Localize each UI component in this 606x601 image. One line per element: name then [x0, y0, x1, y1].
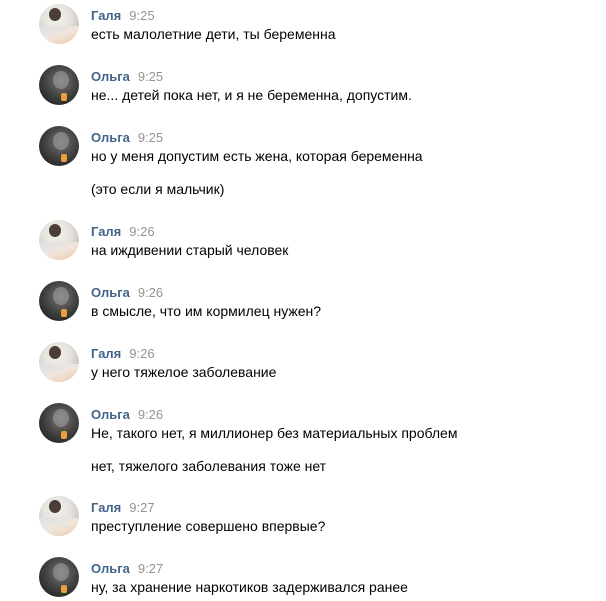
- message-text: Не, такого нет, я миллионер без материал…: [91, 425, 458, 441]
- message-header: Ольга 9:27: [91, 561, 163, 577]
- message-header: Галя 9:25: [91, 8, 155, 24]
- message-text: (это если я мальчик): [91, 181, 225, 197]
- avatar[interactable]: [39, 220, 79, 260]
- avatar[interactable]: [39, 65, 79, 105]
- message-time[interactable]: 9:26: [138, 285, 163, 300]
- message-text: ну, за хранение наркотиков задерживался …: [91, 579, 408, 595]
- message-header: Галя 9:27: [91, 500, 155, 516]
- message-time[interactable]: 9:26: [129, 224, 154, 239]
- message-header: Галя 9:26: [91, 224, 155, 240]
- avatar[interactable]: [39, 342, 79, 382]
- message-header: Ольга 9:25: [91, 130, 163, 146]
- author-name[interactable]: Галя: [91, 500, 121, 515]
- message-header: Галя 9:26: [91, 346, 155, 362]
- message-header: Ольга 9:26: [91, 285, 163, 301]
- author-name[interactable]: Ольга: [91, 561, 130, 576]
- avatar[interactable]: [39, 4, 79, 44]
- message-time[interactable]: 9:25: [138, 69, 163, 84]
- avatar[interactable]: [39, 557, 79, 597]
- message-time[interactable]: 9:26: [138, 407, 163, 422]
- chat-history: Галя 9:25 есть малолетние дети, ты береме…: [0, 0, 606, 601]
- message-text: не... детей пока нет, и я не беременна, …: [91, 87, 412, 103]
- message-time[interactable]: 9:25: [129, 8, 154, 23]
- author-name[interactable]: Галя: [91, 346, 121, 361]
- message-time[interactable]: 9:27: [138, 561, 163, 576]
- message-text: в смысле, что им кормилец нужен?: [91, 303, 322, 319]
- author-name[interactable]: Ольга: [91, 285, 130, 300]
- message-text: но у меня допустим есть жена, которая бе…: [91, 148, 423, 164]
- message-text: преступление совершено впервые?: [91, 518, 326, 534]
- avatar[interactable]: [39, 403, 79, 443]
- message-text: на иждивении старый человек: [91, 242, 289, 258]
- message-time[interactable]: 9:26: [129, 346, 154, 361]
- message-text: есть малолетние дети, ты беременна: [91, 26, 336, 42]
- author-name[interactable]: Ольга: [91, 130, 130, 145]
- message-time[interactable]: 9:25: [138, 130, 163, 145]
- message-time[interactable]: 9:27: [129, 500, 154, 515]
- author-name[interactable]: Ольга: [91, 69, 130, 84]
- avatar[interactable]: [39, 126, 79, 166]
- message-header: Ольга 9:26: [91, 407, 163, 423]
- avatar[interactable]: [39, 496, 79, 536]
- message-text: у него тяжелое заболевание: [91, 364, 277, 380]
- author-name[interactable]: Галя: [91, 8, 121, 23]
- message-header: Ольга 9:25: [91, 69, 163, 85]
- message-text: нет, тяжелого заболевания тоже нет: [91, 458, 327, 474]
- author-name[interactable]: Ольга: [91, 407, 130, 422]
- avatar[interactable]: [39, 281, 79, 321]
- author-name[interactable]: Галя: [91, 224, 121, 239]
